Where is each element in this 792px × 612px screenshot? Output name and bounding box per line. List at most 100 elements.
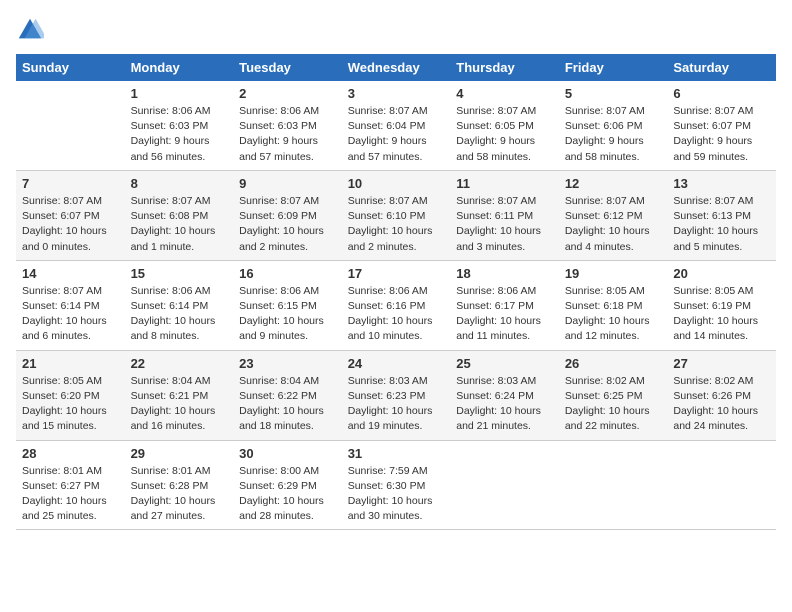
day-number: 21 [22, 356, 119, 371]
day-number: 7 [22, 176, 119, 191]
day-number: 9 [239, 176, 336, 191]
day-number: 25 [456, 356, 553, 371]
calendar-cell: 17 Sunrise: 8:06 AMSunset: 6:16 PMDayligh… [342, 260, 451, 350]
day-info: Sunrise: 8:07 AMSunset: 6:08 PMDaylight:… [131, 194, 228, 255]
day-number: 4 [456, 86, 553, 101]
day-number: 12 [565, 176, 662, 191]
day-number: 24 [348, 356, 445, 371]
calendar-cell: 27 Sunrise: 8:02 AMSunset: 6:26 PMDayligh… [667, 350, 776, 440]
day-info: Sunrise: 8:07 AMSunset: 6:11 PMDaylight:… [456, 194, 553, 255]
calendar-cell: 15 Sunrise: 8:06 AMSunset: 6:14 PMDayligh… [125, 260, 234, 350]
calendar-cell: 28 Sunrise: 8:01 AMSunset: 6:27 PMDayligh… [16, 440, 125, 530]
day-info: Sunrise: 8:02 AMSunset: 6:25 PMDaylight:… [565, 374, 662, 435]
day-info: Sunrise: 8:06 AMSunset: 6:15 PMDaylight:… [239, 284, 336, 345]
day-number: 23 [239, 356, 336, 371]
calendar-cell: 16 Sunrise: 8:06 AMSunset: 6:15 PMDayligh… [233, 260, 342, 350]
calendar-cell: 2 Sunrise: 8:06 AMSunset: 6:03 PMDaylight… [233, 81, 342, 170]
day-number: 17 [348, 266, 445, 281]
day-number: 16 [239, 266, 336, 281]
header-cell-thursday: Thursday [450, 54, 559, 81]
day-number: 3 [348, 86, 445, 101]
calendar-cell: 1 Sunrise: 8:06 AMSunset: 6:03 PMDaylight… [125, 81, 234, 170]
day-info: Sunrise: 8:01 AMSunset: 6:27 PMDaylight:… [22, 464, 119, 525]
day-info: Sunrise: 8:00 AMSunset: 6:29 PMDaylight:… [239, 464, 336, 525]
day-info: Sunrise: 8:05 AMSunset: 6:18 PMDaylight:… [565, 284, 662, 345]
day-number: 31 [348, 446, 445, 461]
day-number: 28 [22, 446, 119, 461]
day-info: Sunrise: 8:07 AMSunset: 6:14 PMDaylight:… [22, 284, 119, 345]
header-cell-monday: Monday [125, 54, 234, 81]
calendar-cell: 6 Sunrise: 8:07 AMSunset: 6:07 PMDaylight… [667, 81, 776, 170]
day-number: 26 [565, 356, 662, 371]
calendar-cell: 5 Sunrise: 8:07 AMSunset: 6:06 PMDaylight… [559, 81, 668, 170]
calendar-cell: 12Sunrise: 8:07 AMSunset: 6:12 PMDayligh… [559, 170, 668, 260]
calendar-cell: 29 Sunrise: 8:01 AMSunset: 6:28 PMDayligh… [125, 440, 234, 530]
calendar-week-row: 7 Sunrise: 8:07 AMSunset: 6:07 PMDaylight… [16, 170, 776, 260]
day-info: Sunrise: 7:59 AMSunset: 6:30 PMDaylight:… [348, 464, 445, 525]
page-header [16, 16, 776, 44]
day-info: Sunrise: 8:05 AMSunset: 6:20 PMDaylight:… [22, 374, 119, 435]
calendar-cell [559, 440, 668, 530]
calendar-cell: 26 Sunrise: 8:02 AMSunset: 6:25 PMDayligh… [559, 350, 668, 440]
day-info: Sunrise: 8:03 AMSunset: 6:23 PMDaylight:… [348, 374, 445, 435]
calendar-week-row: 21 Sunrise: 8:05 AMSunset: 6:20 PMDayligh… [16, 350, 776, 440]
calendar-cell: 8 Sunrise: 8:07 AMSunset: 6:08 PMDaylight… [125, 170, 234, 260]
day-number: 10 [348, 176, 445, 191]
day-info: Sunrise: 8:07 AMSunset: 6:10 PMDaylight:… [348, 194, 445, 255]
header-cell-sunday: Sunday [16, 54, 125, 81]
day-info: Sunrise: 8:04 AMSunset: 6:22 PMDaylight:… [239, 374, 336, 435]
day-number: 5 [565, 86, 662, 101]
calendar-week-row: 14Sunrise: 8:07 AMSunset: 6:14 PMDayligh… [16, 260, 776, 350]
header-cell-friday: Friday [559, 54, 668, 81]
day-info: Sunrise: 8:06 AMSunset: 6:03 PMDaylight:… [131, 104, 228, 165]
calendar-week-row: 28 Sunrise: 8:01 AMSunset: 6:27 PMDayligh… [16, 440, 776, 530]
calendar-cell: 20Sunrise: 8:05 AMSunset: 6:19 PMDayligh… [667, 260, 776, 350]
day-info: Sunrise: 8:02 AMSunset: 6:26 PMDaylight:… [673, 374, 770, 435]
day-number: 30 [239, 446, 336, 461]
calendar-cell: 31 Sunrise: 7:59 AMSunset: 6:30 PMDayligh… [342, 440, 451, 530]
day-number: 13 [673, 176, 770, 191]
day-info: Sunrise: 8:07 AMSunset: 6:04 PMDaylight:… [348, 104, 445, 165]
day-info: Sunrise: 8:07 AMSunset: 6:13 PMDaylight:… [673, 194, 770, 255]
calendar-cell: 23 Sunrise: 8:04 AMSunset: 6:22 PMDayligh… [233, 350, 342, 440]
day-number: 22 [131, 356, 228, 371]
day-info: Sunrise: 8:01 AMSunset: 6:28 PMDaylight:… [131, 464, 228, 525]
day-number: 8 [131, 176, 228, 191]
day-number: 2 [239, 86, 336, 101]
day-info: Sunrise: 8:03 AMSunset: 6:24 PMDaylight:… [456, 374, 553, 435]
calendar-cell: 25 Sunrise: 8:03 AMSunset: 6:24 PMDayligh… [450, 350, 559, 440]
day-info: Sunrise: 8:06 AMSunset: 6:17 PMDaylight:… [456, 284, 553, 345]
day-number: 18 [456, 266, 553, 281]
calendar-cell: 21 Sunrise: 8:05 AMSunset: 6:20 PMDayligh… [16, 350, 125, 440]
header-cell-tuesday: Tuesday [233, 54, 342, 81]
day-info: Sunrise: 8:04 AMSunset: 6:21 PMDaylight:… [131, 374, 228, 435]
calendar-table: SundayMondayTuesdayWednesdayThursdayFrid… [16, 54, 776, 530]
day-number: 15 [131, 266, 228, 281]
calendar-cell: 4Sunrise: 8:07 AMSunset: 6:05 PMDaylight… [450, 81, 559, 170]
header-cell-saturday: Saturday [667, 54, 776, 81]
day-info: Sunrise: 8:07 AMSunset: 6:09 PMDaylight:… [239, 194, 336, 255]
calendar-cell: 9 Sunrise: 8:07 AMSunset: 6:09 PMDaylight… [233, 170, 342, 260]
calendar-cell: 10 Sunrise: 8:07 AMSunset: 6:10 PMDayligh… [342, 170, 451, 260]
day-info: Sunrise: 8:06 AMSunset: 6:03 PMDaylight:… [239, 104, 336, 165]
header-cell-wednesday: Wednesday [342, 54, 451, 81]
day-info: Sunrise: 8:07 AMSunset: 6:07 PMDaylight:… [22, 194, 119, 255]
day-info: Sunrise: 8:05 AMSunset: 6:19 PMDaylight:… [673, 284, 770, 345]
calendar-cell: 3 Sunrise: 8:07 AMSunset: 6:04 PMDaylight… [342, 81, 451, 170]
day-number: 29 [131, 446, 228, 461]
day-info: Sunrise: 8:06 AMSunset: 6:16 PMDaylight:… [348, 284, 445, 345]
day-info: Sunrise: 8:07 AMSunset: 6:06 PMDaylight:… [565, 104, 662, 165]
day-number: 6 [673, 86, 770, 101]
day-number: 27 [673, 356, 770, 371]
calendar-cell: 7 Sunrise: 8:07 AMSunset: 6:07 PMDaylight… [16, 170, 125, 260]
calendar-week-row: 1 Sunrise: 8:06 AMSunset: 6:03 PMDaylight… [16, 81, 776, 170]
calendar-cell [667, 440, 776, 530]
calendar-cell [450, 440, 559, 530]
calendar-cell: 30 Sunrise: 8:00 AMSunset: 6:29 PMDayligh… [233, 440, 342, 530]
day-info: Sunrise: 8:07 AMSunset: 6:07 PMDaylight:… [673, 104, 770, 165]
day-info: Sunrise: 8:06 AMSunset: 6:14 PMDaylight:… [131, 284, 228, 345]
logo-icon [16, 16, 44, 44]
logo [16, 16, 48, 44]
day-number: 1 [131, 86, 228, 101]
calendar-cell: 22 Sunrise: 8:04 AMSunset: 6:21 PMDayligh… [125, 350, 234, 440]
